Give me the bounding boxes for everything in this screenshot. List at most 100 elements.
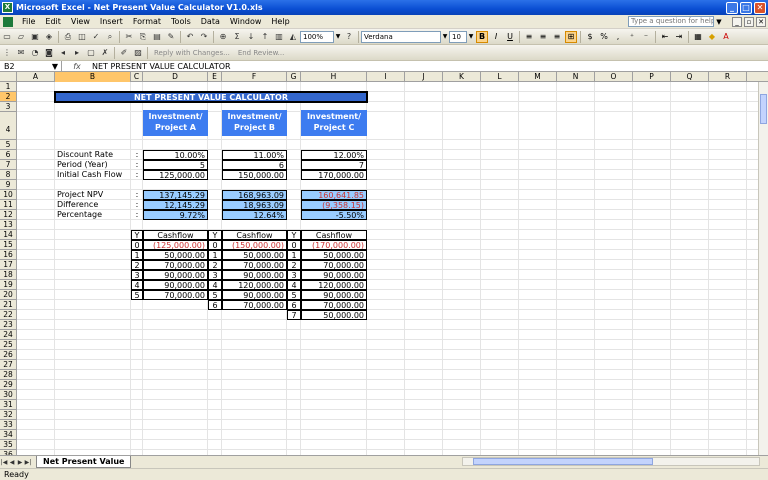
column-header-g[interactable]: G <box>287 72 301 82</box>
column-header-o[interactable]: O <box>595 72 633 82</box>
copy-icon[interactable]: ⎘ <box>137 31 149 43</box>
next-sheet-icon[interactable]: ▶ <box>16 459 24 466</box>
project-header-0[interactable]: Investment/Project A <box>143 110 208 136</box>
prev-sheet-icon[interactable]: ◀ <box>8 459 16 466</box>
row-header-3[interactable]: 3 <box>0 102 17 112</box>
row-header-25[interactable]: 25 <box>0 340 17 350</box>
cashflow-value[interactable]: (125,000.00) <box>143 240 208 250</box>
row-header-19[interactable]: 19 <box>0 280 17 290</box>
label-colon[interactable]: : <box>131 160 143 170</box>
cashflow-year[interactable]: 0 <box>208 240 222 250</box>
cashflow-year[interactable]: 4 <box>131 280 143 290</box>
column-header-r[interactable]: R <box>709 72 747 82</box>
row-header-2[interactable]: 2 <box>0 92 17 102</box>
permission-icon[interactable]: ◈ <box>43 31 55 43</box>
column-header-j[interactable]: J <box>405 72 443 82</box>
cashflow-value[interactable]: 120,000.00 <box>301 280 367 290</box>
cashflow-year[interactable]: 2 <box>208 260 222 270</box>
cashflow-header[interactable]: Cashflow <box>222 230 287 240</box>
label-colon[interactable]: : <box>131 200 143 210</box>
percent-icon[interactable]: % <box>598 31 610 43</box>
label-npv[interactable]: Project NPV <box>55 190 131 200</box>
cashflow-value[interactable]: 120,000.00 <box>222 280 287 290</box>
row-header-34[interactable]: 34 <box>0 430 17 440</box>
period-2[interactable]: 7 <box>301 160 367 170</box>
label-rate[interactable]: Discount Rate <box>55 150 131 160</box>
cashflow-value[interactable]: 70,000.00 <box>301 260 367 270</box>
menu-data[interactable]: Data <box>196 17 225 26</box>
row-header-7[interactable]: 7 <box>0 160 17 170</box>
menu-insert[interactable]: Insert <box>95 17 128 26</box>
cashflow-year[interactable]: 1 <box>131 250 143 260</box>
cashflow-value[interactable]: 90,000.00 <box>143 270 208 280</box>
select-all-corner[interactable] <box>0 72 17 82</box>
last-sheet-icon[interactable]: ▶| <box>24 459 32 466</box>
cashflow-header[interactable]: Cashflow <box>301 230 367 240</box>
row-header-20[interactable]: 20 <box>0 290 17 300</box>
fill-color-icon[interactable]: ◆ <box>706 31 718 43</box>
comma-style-icon[interactable]: , <box>612 31 624 43</box>
highlight-icon[interactable]: ▨ <box>132 47 144 59</box>
row-header-31[interactable]: 31 <box>0 400 17 410</box>
discount-rate-1[interactable]: 11.00% <box>222 150 287 160</box>
cashflow-value[interactable]: 50,000.00 <box>143 250 208 260</box>
cashflow-year-header[interactable]: Y <box>208 230 222 240</box>
percentage-1[interactable]: 12.64% <box>222 210 287 220</box>
cashflow-year[interactable]: 3 <box>131 270 143 280</box>
borders-icon[interactable]: ▦ <box>692 31 704 43</box>
column-header-b[interactable]: B <box>55 72 131 82</box>
row-header-29[interactable]: 29 <box>0 380 17 390</box>
cashflow-value[interactable]: 90,000.00 <box>222 290 287 300</box>
row-header-17[interactable]: 17 <box>0 260 17 270</box>
close-button[interactable]: ✕ <box>754 1 766 14</box>
underline-button[interactable]: U <box>504 31 516 43</box>
column-header-m[interactable]: M <box>519 72 557 82</box>
cashflow-value[interactable]: 90,000.00 <box>301 270 367 280</box>
row-header-33[interactable]: 33 <box>0 420 17 430</box>
menu-file[interactable]: File <box>17 17 40 26</box>
hyperlink-icon[interactable]: ⊕ <box>217 31 229 43</box>
drawing-icon[interactable]: ◭ <box>287 31 299 43</box>
row-header-26[interactable]: 26 <box>0 350 17 360</box>
cashflow-value[interactable]: 90,000.00 <box>143 280 208 290</box>
font-size-dropdown-icon[interactable]: ▼ <box>467 31 475 43</box>
row-header-11[interactable]: 11 <box>0 200 17 210</box>
cashflow-year[interactable]: 5 <box>131 290 143 300</box>
zoom-select[interactable]: 100% <box>300 30 334 43</box>
initial-cash-flow-0[interactable]: 125,000.00 <box>143 170 208 180</box>
project-header-2[interactable]: Investment/Project C <box>301 110 367 136</box>
row-header-22[interactable]: 22 <box>0 310 17 320</box>
percentage-2[interactable]: -5.50% <box>301 210 367 220</box>
worksheet-grid[interactable]: A B C D E F G H I J K L M N O P Q R 1 2 3 4 5 6 7 8 9 10 11 12 13 14 15 1… <box>0 72 768 455</box>
decrease-decimal-icon[interactable]: ⁻ <box>640 31 652 43</box>
horizontal-scroll-thumb[interactable] <box>473 458 653 465</box>
cashflow-year[interactable]: 6 <box>287 300 301 310</box>
initial-cash-flow-1[interactable]: 150,000.00 <box>222 170 287 180</box>
workbook-icon[interactable] <box>3 16 13 27</box>
track-icon[interactable]: ◔ <box>29 47 41 59</box>
column-header-c[interactable]: C <box>131 72 143 82</box>
menu-tools[interactable]: Tools <box>166 17 196 26</box>
excel-app-icon[interactable]: X <box>2 2 13 13</box>
cashflow-year[interactable]: 4 <box>208 280 222 290</box>
difference-1[interactable]: 18,963.09 <box>222 200 287 210</box>
label-percentage[interactable]: Percentage <box>55 210 131 220</box>
research-icon[interactable]: ⌕ <box>104 31 116 43</box>
row-header-14[interactable]: 14 <box>0 230 17 240</box>
column-header-i[interactable]: I <box>367 72 405 82</box>
vertical-scroll-thumb[interactable] <box>760 94 767 124</box>
label-colon[interactable]: : <box>131 150 143 160</box>
cashflow-value[interactable]: 50,000.00 <box>301 310 367 320</box>
vertical-scrollbar[interactable] <box>758 82 768 455</box>
increase-decimal-icon[interactable]: ⁺ <box>626 31 638 43</box>
menu-window[interactable]: Window <box>225 17 267 26</box>
delete-comment-icon[interactable]: ✗ <box>99 47 111 59</box>
cashflow-year[interactable]: 2 <box>287 260 301 270</box>
percentage-0[interactable]: 9.72% <box>143 210 208 220</box>
initial-cash-flow-2[interactable]: 170,000.00 <box>301 170 367 180</box>
label-period[interactable]: Period (Year) <box>55 160 131 170</box>
cashflow-year[interactable]: 1 <box>287 250 301 260</box>
column-header-l[interactable]: L <box>481 72 519 82</box>
insert-function-icon[interactable]: fx <box>62 62 92 71</box>
row-header-13[interactable]: 13 <box>0 220 17 230</box>
